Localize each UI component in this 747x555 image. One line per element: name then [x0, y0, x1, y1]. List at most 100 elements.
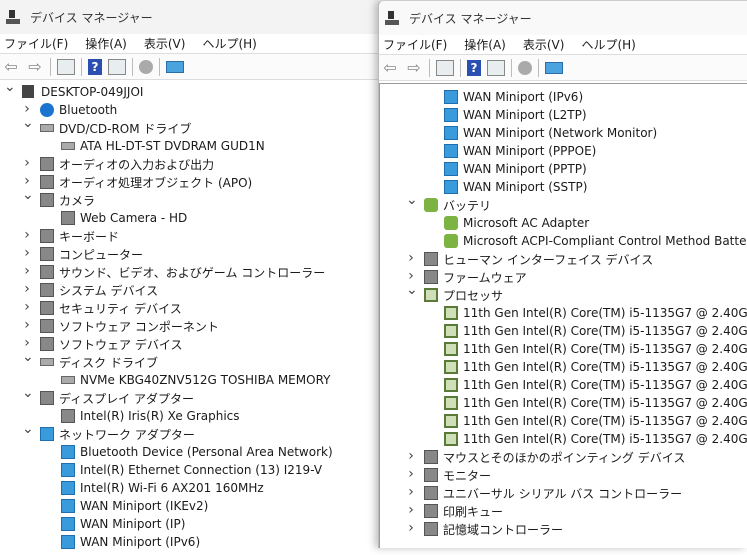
tree-item[interactable]: › 記憶域コントローラー: [380, 520, 747, 538]
chevron-down-icon[interactable]: ⌄: [22, 187, 34, 203]
tree-item[interactable]: 11th Gen Intel(R) Core(TM) i5-1135G7 @ 2…: [380, 340, 747, 358]
tree-item[interactable]: WAN Miniport (PPTP): [380, 160, 747, 178]
show-hide-console-tree-icon[interactable]: [436, 59, 454, 76]
show-action-pane-icon[interactable]: [487, 59, 505, 76]
help-icon[interactable]: ?: [88, 58, 102, 75]
device-manager-icon: [385, 11, 399, 25]
monitor-icon: [40, 247, 54, 261]
tree-item-label: WAN Miniport (L2TP): [463, 108, 587, 122]
chevron-right-icon[interactable]: ›: [406, 448, 416, 464]
tree-item-label: システム デバイス: [59, 283, 159, 298]
chevron-right-icon[interactable]: ›: [406, 484, 416, 500]
toolbar-separator: [159, 57, 160, 76]
processor-icon: [444, 378, 458, 392]
chevron-right-icon[interactable]: ›: [406, 250, 416, 266]
tree-item-label: 11th Gen Intel(R) Core(TM) i5-1135G7 @ 2…: [463, 342, 747, 356]
chevron-right-icon[interactable]: ›: [406, 502, 416, 518]
network-icon: [61, 445, 75, 459]
tree-item[interactable]: › 印刷キュー: [380, 502, 747, 520]
chevron-down-icon[interactable]: ⌄: [4, 79, 16, 95]
chevron-right-icon[interactable]: ›: [22, 227, 32, 243]
tree-item[interactable]: 11th Gen Intel(R) Core(TM) i5-1135G7 @ 2…: [380, 376, 747, 394]
tree-item[interactable]: › ヒューマン インターフェイス デバイス: [380, 250, 747, 268]
tree-item[interactable]: 11th Gen Intel(R) Core(TM) i5-1135G7 @ 2…: [380, 358, 747, 376]
tree-item[interactable]: › ファームウェア: [380, 268, 747, 286]
tree-item[interactable]: 11th Gen Intel(R) Core(TM) i5-1135G7 @ 2…: [380, 394, 747, 412]
tree-item[interactable]: ⌄ プロセッサ: [380, 282, 747, 304]
tree-item[interactable]: Microsoft ACPI-Compliant Control Method …: [380, 232, 747, 250]
menu-help[interactable]: ヘルプ(H): [581, 36, 635, 53]
tree-item[interactable]: 11th Gen Intel(R) Core(TM) i5-1135G7 @ 2…: [380, 304, 747, 322]
monitor-icon: [40, 391, 54, 405]
battery-icon: [444, 234, 458, 248]
device-manager-icon: [6, 10, 20, 24]
tree-item-label: ヒューマン インターフェイス デバイス: [443, 252, 654, 267]
tree-item-label: カメラ: [59, 193, 96, 208]
menu-action[interactable]: 操作(A): [85, 35, 127, 52]
tree-item-label: Intel(R) Ethernet Connection (13) I219-V: [80, 463, 323, 477]
processor-icon: [444, 396, 458, 410]
tree-item-label: WAN Miniport (PPPOE): [463, 144, 597, 158]
tree-item[interactable]: › ユニバーサル シリアル バス コントローラー: [380, 484, 747, 502]
tree-item[interactable]: WAN Miniport (SSTP): [380, 178, 747, 196]
chevron-down-icon[interactable]: ⌄: [22, 421, 34, 437]
chevron-right-icon[interactable]: ›: [22, 299, 32, 315]
menu-view[interactable]: 表示(V): [144, 35, 186, 52]
tree-item-label: Bluetooth Device (Personal Area Network): [80, 445, 333, 459]
chevron-right-icon[interactable]: ›: [22, 317, 32, 333]
tree-item[interactable]: WAN Miniport (IPv6): [380, 88, 747, 106]
disk-icon: [40, 358, 54, 366]
tree-item-label: コンピューター: [59, 247, 144, 262]
menu-action[interactable]: 操作(A): [464, 36, 506, 53]
tree-item[interactable]: › マウスとそのほかのポインティング デバイス: [380, 448, 747, 466]
tree-item-label: DESKTOP-049JJOI: [41, 85, 144, 99]
menu-bar: ファイル(F) 操作(A) 表示(V) ヘルプ(H): [379, 35, 747, 55]
menu-file[interactable]: ファイル(F): [383, 36, 447, 53]
show-action-pane-icon[interactable]: [108, 58, 126, 75]
network-icon: [61, 499, 75, 513]
chevron-right-icon[interactable]: ›: [406, 520, 416, 536]
camera-icon: [40, 193, 54, 207]
tree-item[interactable]: › モニター: [380, 466, 747, 484]
scan-hardware-icon[interactable]: [166, 60, 184, 73]
forward-arrow-icon[interactable]: ⇨: [26, 58, 44, 75]
forward-arrow-icon[interactable]: ⇨: [405, 59, 423, 76]
network-icon: [61, 481, 75, 495]
chevron-down-icon[interactable]: ⌄: [22, 349, 34, 365]
chevron-right-icon[interactable]: ›: [22, 245, 32, 261]
tree-item[interactable]: WAN Miniport (L2TP): [380, 106, 747, 124]
tree-item[interactable]: WAN Miniport (PPPOE): [380, 142, 747, 160]
window-title: デバイス マネージャー: [30, 10, 153, 25]
disk-icon: [61, 376, 75, 384]
tree-item-label: WAN Miniport (Network Monitor): [463, 126, 658, 140]
menu-view[interactable]: 表示(V): [523, 36, 565, 53]
chevron-down-icon[interactable]: ⌄: [406, 282, 418, 298]
chevron-right-icon[interactable]: ›: [22, 155, 32, 171]
tree-item[interactable]: 11th Gen Intel(R) Core(TM) i5-1135G7 @ 2…: [380, 322, 747, 340]
tree-item-label: ネットワーク アダプター: [59, 427, 195, 442]
show-hide-console-tree-icon[interactable]: [57, 58, 75, 75]
tree-item[interactable]: 11th Gen Intel(R) Core(TM) i5-1135G7 @ 2…: [380, 412, 747, 430]
firmware-icon: [424, 270, 438, 284]
chevron-right-icon[interactable]: ›: [406, 466, 416, 482]
menu-help[interactable]: ヘルプ(H): [202, 35, 256, 52]
chevron-down-icon[interactable]: ⌄: [22, 115, 34, 131]
update-driver-icon[interactable]: [518, 60, 532, 75]
help-icon[interactable]: ?: [467, 59, 481, 76]
keyboard-icon: [40, 229, 54, 243]
tree-item-label: 記憶域コントローラー: [443, 522, 564, 537]
tree-item[interactable]: 11th Gen Intel(R) Core(TM) i5-1135G7 @ 2…: [380, 430, 747, 448]
back-arrow-icon[interactable]: ⇦: [2, 58, 20, 75]
chevron-down-icon[interactable]: ⌄: [406, 192, 418, 208]
tree-item[interactable]: Microsoft AC Adapter: [380, 214, 747, 232]
tree-item[interactable]: ⌄ バッテリ: [380, 192, 747, 214]
scan-hardware-icon[interactable]: [545, 61, 563, 74]
update-driver-icon[interactable]: [139, 59, 153, 74]
tree-item[interactable]: WAN Miniport (Network Monitor): [380, 124, 747, 142]
chevron-right-icon[interactable]: ›: [22, 281, 32, 297]
menu-file[interactable]: ファイル(F): [4, 35, 68, 52]
chevron-right-icon[interactable]: ›: [22, 263, 32, 279]
chevron-down-icon[interactable]: ⌄: [22, 385, 34, 401]
back-arrow-icon[interactable]: ⇦: [381, 59, 399, 76]
tree-item-label: 11th Gen Intel(R) Core(TM) i5-1135G7 @ 2…: [463, 360, 747, 374]
